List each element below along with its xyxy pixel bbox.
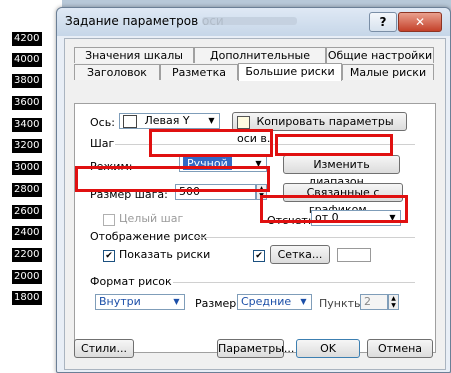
display-group-label: Отображение рисок bbox=[90, 230, 208, 243]
axis-tick-label: 3200 bbox=[12, 139, 42, 153]
tab-title[interactable]: Заголовок bbox=[74, 64, 160, 80]
step-group-label: Шаг bbox=[90, 137, 115, 150]
integer-step-label: Целый шаг bbox=[119, 212, 184, 225]
copy-icon bbox=[237, 115, 250, 129]
highlight-mode bbox=[149, 129, 273, 157]
chart-axis-background: 4200 4000 3800 3600 3400 3200 3000 2800 … bbox=[0, 0, 62, 373]
help-button[interactable]: ? bbox=[369, 12, 397, 32]
highlight-step-size bbox=[75, 166, 270, 192]
tick-position-value: Внутри bbox=[99, 295, 141, 308]
axis-settings-dialog: Задание параметров оси ? ✕ Значения шкал… bbox=[56, 7, 451, 373]
parameters-button[interactable]: Параметры... bbox=[217, 339, 294, 358]
title-bar[interactable]: Задание параметров оси ? ✕ bbox=[57, 8, 450, 36]
close-button[interactable]: ✕ bbox=[398, 12, 442, 32]
title-blur bbox=[202, 17, 297, 25]
axis-tick-label: 2400 bbox=[12, 226, 42, 240]
tick-position-select[interactable]: Внутри ▼ bbox=[95, 294, 185, 310]
tick-size-select[interactable]: Средние ▼ bbox=[237, 294, 312, 310]
ok-button[interactable]: OK bbox=[296, 339, 360, 358]
group-divider bbox=[195, 237, 415, 238]
axis-select[interactable]: Левая Y ▼ bbox=[119, 113, 220, 129]
show-ticks-label: Показать риски bbox=[119, 248, 211, 261]
points-input[interactable]: 2 bbox=[360, 294, 388, 310]
points-spinner[interactable]: ▲ ▼ bbox=[388, 294, 399, 310]
chevron-down-icon: ▼ bbox=[300, 297, 307, 306]
chevron-down-icon: ▼ bbox=[208, 116, 215, 125]
cancel-button[interactable]: Отмена bbox=[367, 339, 433, 358]
tab-markup[interactable]: Разметка bbox=[160, 64, 238, 80]
styles-button[interactable]: Стили... bbox=[74, 339, 134, 358]
axis-tick-label: 1800 bbox=[12, 291, 42, 305]
axis-tick-label: 3600 bbox=[12, 96, 42, 110]
tick-size-value: Средние bbox=[241, 295, 292, 308]
show-ticks-checkbox[interactable]: ✔ bbox=[103, 250, 115, 262]
axis-label: Ось: bbox=[90, 116, 115, 129]
axis-swatch-icon bbox=[123, 114, 137, 128]
axis-tick-label: 2600 bbox=[12, 205, 42, 219]
axis-tick-label: 3400 bbox=[12, 118, 42, 132]
tab-minor-ticks[interactable]: Малые риски bbox=[342, 64, 434, 80]
axis-tick-label: 4200 bbox=[12, 32, 42, 46]
group-divider bbox=[173, 282, 415, 283]
tick-size-label: Размер: bbox=[195, 297, 240, 310]
tab-scale-values[interactable]: Значения шкалы bbox=[74, 47, 194, 63]
axis-tick-label: 4000 bbox=[12, 53, 42, 67]
axis-tick-label: 2000 bbox=[12, 270, 42, 284]
axis-tick-label: 2800 bbox=[12, 183, 42, 197]
highlight-origin bbox=[260, 195, 408, 223]
integer-step-checkbox[interactable] bbox=[103, 214, 115, 226]
axis-tick-label: 3800 bbox=[12, 74, 42, 88]
axis-select-value: Левая Y bbox=[144, 114, 190, 127]
highlight-change-range bbox=[275, 134, 393, 156]
axis-tick-label: 2200 bbox=[12, 248, 42, 262]
dialog-title: Задание параметров оси bbox=[65, 14, 224, 28]
grid-checkbox[interactable]: ✔ bbox=[253, 250, 265, 262]
format-group-label: Формат рисок bbox=[90, 275, 172, 288]
tab-general-settings[interactable]: Общие настройки bbox=[326, 47, 434, 63]
change-range-button[interactable]: Изменить диапазон... bbox=[283, 155, 400, 188]
tab-extra-ticks[interactable]: Дополнительные риски bbox=[194, 47, 326, 78]
axis-tick-label: 3000 bbox=[12, 161, 42, 175]
grid-color-swatch[interactable] bbox=[337, 248, 371, 262]
tab-major-ticks[interactable]: Большие риски bbox=[238, 63, 342, 81]
chevron-down-icon: ▼ bbox=[173, 297, 180, 306]
grid-button[interactable]: Сетка... bbox=[270, 245, 330, 264]
